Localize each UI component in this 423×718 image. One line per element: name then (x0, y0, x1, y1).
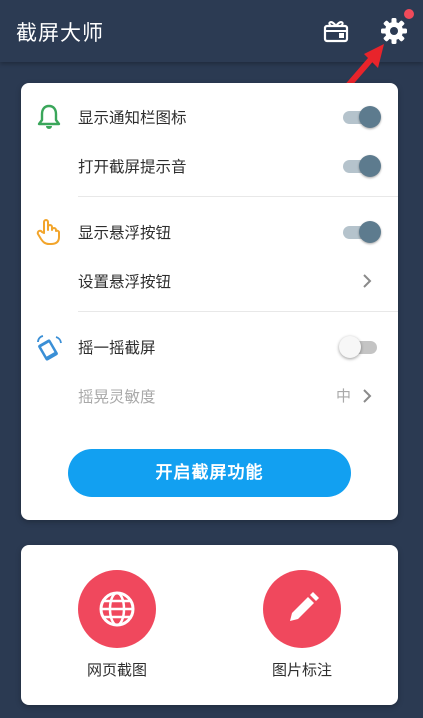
image-annotation-label: 图片标注 (271, 661, 332, 679)
start-screenshot-button[interactable]: 开启截屏功能 (68, 449, 351, 497)
screenshot-sound-toggle[interactable] (341, 155, 381, 177)
row-screenshot-sound[interactable]: 打开截屏提示音 (21, 142, 398, 190)
shake-sensitivity-value: 中 (336, 387, 352, 405)
notification-dot (404, 9, 414, 19)
show-notification-icon-label: 显示通知栏图标 (78, 109, 187, 127)
shake-phone-icon (35, 333, 63, 361)
tool-web-screenshot[interactable]: 网页截图 (56, 570, 176, 690)
floating-button-settings-label: 设置悬浮按钮 (78, 273, 172, 291)
shake-to-screenshot-label: 摇一摇截屏 (78, 339, 156, 357)
row-show-notification-icon[interactable]: 显示通知栏图标 (21, 93, 398, 141)
tools-card: 网页截图 图片标注 (21, 545, 398, 705)
app-title: 截屏大师 (16, 21, 104, 45)
chevron-right-icon (363, 274, 372, 288)
screenshot-sound-label: 打开截屏提示音 (78, 158, 187, 176)
tool-image-annotation[interactable]: 图片标注 (241, 570, 361, 690)
globe-icon (99, 591, 135, 627)
row-floating-button-settings[interactable]: 设置悬浮按钮 (21, 257, 398, 305)
show-floating-button-label: 显示悬浮按钮 (78, 224, 172, 242)
bell-icon (35, 103, 63, 131)
settings-card: 显示通知栏图标 打开截屏提示音 显示悬浮按钮 设置悬浮按钮 摇一摇截屏 摇晃灵敏… (21, 83, 398, 520)
web-screenshot-button[interactable] (78, 570, 156, 648)
shake-to-screenshot-toggle[interactable] (339, 336, 381, 358)
image-annotation-button[interactable] (263, 570, 341, 648)
show-notification-icon-toggle[interactable] (341, 106, 381, 128)
row-shake-to-screenshot[interactable]: 摇一摇截屏 (21, 323, 398, 371)
hand-pointer-icon (35, 218, 63, 246)
divider (78, 196, 398, 197)
show-floating-button-toggle[interactable] (341, 221, 381, 243)
row-show-floating-button[interactable]: 显示悬浮按钮 (21, 208, 398, 256)
chevron-right-icon (363, 389, 372, 403)
web-screenshot-label: 网页截图 (86, 661, 147, 679)
row-shake-sensitivity[interactable]: 摇晃灵敏度 中 (21, 372, 398, 420)
divider (78, 311, 398, 312)
pencil-icon (290, 592, 319, 621)
shake-sensitivity-label: 摇晃灵敏度 (78, 388, 156, 406)
